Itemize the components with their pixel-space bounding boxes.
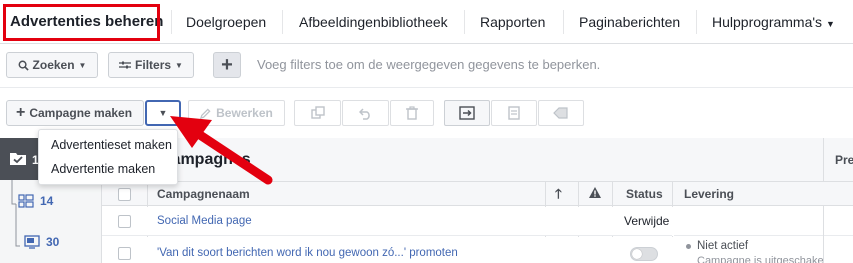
select-all-checkbox[interactable] bbox=[118, 188, 131, 201]
caret-down-icon: ▼ bbox=[826, 19, 835, 29]
undo-icon bbox=[358, 108, 370, 120]
trash-icon bbox=[406, 106, 418, 120]
tab-tools-label: Hulpprogramma's bbox=[712, 14, 823, 30]
adsets-level[interactable]: 14 bbox=[18, 193, 98, 211]
filters-icon bbox=[119, 61, 132, 69]
adsets-count: 14 bbox=[40, 194, 54, 208]
tag-icon bbox=[553, 107, 568, 119]
filter-hint: Voeg filters toe om de weergegeven gegev… bbox=[257, 57, 601, 72]
tag-button[interactable] bbox=[538, 100, 584, 126]
delivery-substatus: Campagne is uitgeschakeld bbox=[697, 255, 823, 263]
tab-divider bbox=[171, 10, 172, 34]
campaign-name-link[interactable]: 'Van dit soort berichten word ik nou gew… bbox=[157, 247, 458, 259]
report-button[interactable] bbox=[491, 100, 537, 126]
document-icon bbox=[508, 106, 520, 120]
campaign-name-link[interactable]: Social Media page bbox=[157, 215, 252, 227]
plus-icon: + bbox=[221, 53, 233, 76]
tab-image-library[interactable]: Afbeeldingenbibliotheek bbox=[299, 0, 448, 44]
create-dropdown-menu: Advertentieset maken Advertentie maken bbox=[38, 129, 178, 185]
export-button[interactable] bbox=[444, 100, 490, 126]
search-label: Zoeken bbox=[32, 58, 75, 72]
plus-icon: + bbox=[16, 104, 26, 121]
row-status: Verwijde bbox=[624, 214, 670, 228]
caret-down-icon: ▼ bbox=[175, 60, 183, 70]
ads-count: 30 bbox=[46, 235, 60, 249]
tab-audiences[interactable]: Doelgroepen bbox=[186, 0, 266, 44]
campaign-toggle[interactable] bbox=[630, 247, 658, 261]
campaigns-level[interactable]: 1 bbox=[0, 138, 39, 180]
monitor-icon bbox=[24, 235, 40, 249]
tab-reports[interactable]: Rapporten bbox=[480, 0, 545, 44]
search-icon bbox=[18, 60, 29, 71]
tab-divider bbox=[464, 10, 465, 34]
warning-icon[interactable] bbox=[589, 187, 601, 201]
duplicate-icon bbox=[310, 106, 325, 119]
column-header-truncated: Pre bbox=[835, 153, 853, 167]
status-dot-icon bbox=[686, 244, 691, 249]
filters-button[interactable]: Filters ▼ bbox=[108, 52, 194, 78]
export-icon bbox=[459, 106, 475, 120]
tab-divider bbox=[563, 10, 564, 34]
undo-button[interactable] bbox=[342, 100, 389, 126]
menu-item-create-ad[interactable]: Advertentie maken bbox=[51, 162, 155, 176]
tab-tools[interactable]: Hulpprogramma's ▼ bbox=[712, 0, 835, 44]
row-checkbox[interactable] bbox=[118, 247, 131, 260]
folder-check-icon bbox=[10, 153, 26, 165]
create-campaign-label: Campagne maken bbox=[29, 106, 133, 120]
column-status[interactable]: Status bbox=[626, 187, 663, 201]
menu-item-create-adset[interactable]: Advertentieset maken bbox=[51, 138, 172, 152]
filters-label: Filters bbox=[135, 58, 172, 72]
duplicate-button[interactable] bbox=[294, 100, 341, 126]
grid-icon bbox=[18, 194, 34, 208]
caret-down-icon: ▼ bbox=[78, 60, 87, 70]
tab-divider bbox=[282, 10, 283, 34]
column-delivery[interactable]: Levering bbox=[684, 187, 734, 201]
column-divider bbox=[823, 207, 824, 263]
ads-level[interactable]: 30 bbox=[24, 234, 98, 252]
sort-up-icon[interactable]: 🡑 bbox=[555, 185, 562, 207]
row-checkbox[interactable] bbox=[118, 215, 131, 228]
highlight-box bbox=[3, 4, 160, 41]
delivery-status: Niet actief bbox=[697, 240, 749, 252]
tab-divider bbox=[696, 10, 697, 34]
create-campaign-button[interactable]: + Campagne maken bbox=[6, 100, 144, 126]
annotation-arrow-icon bbox=[170, 116, 273, 185]
row-overflow-mask bbox=[672, 207, 674, 236]
search-button[interactable]: Zoeken ▼ bbox=[6, 52, 98, 78]
add-filter-button[interactable]: + bbox=[213, 52, 241, 78]
delivery-substatus-clip: Campagne is uitgeschakeld bbox=[697, 255, 823, 263]
delete-button[interactable] bbox=[390, 100, 434, 126]
tab-page-posts[interactable]: Paginaberichten bbox=[579, 0, 680, 44]
